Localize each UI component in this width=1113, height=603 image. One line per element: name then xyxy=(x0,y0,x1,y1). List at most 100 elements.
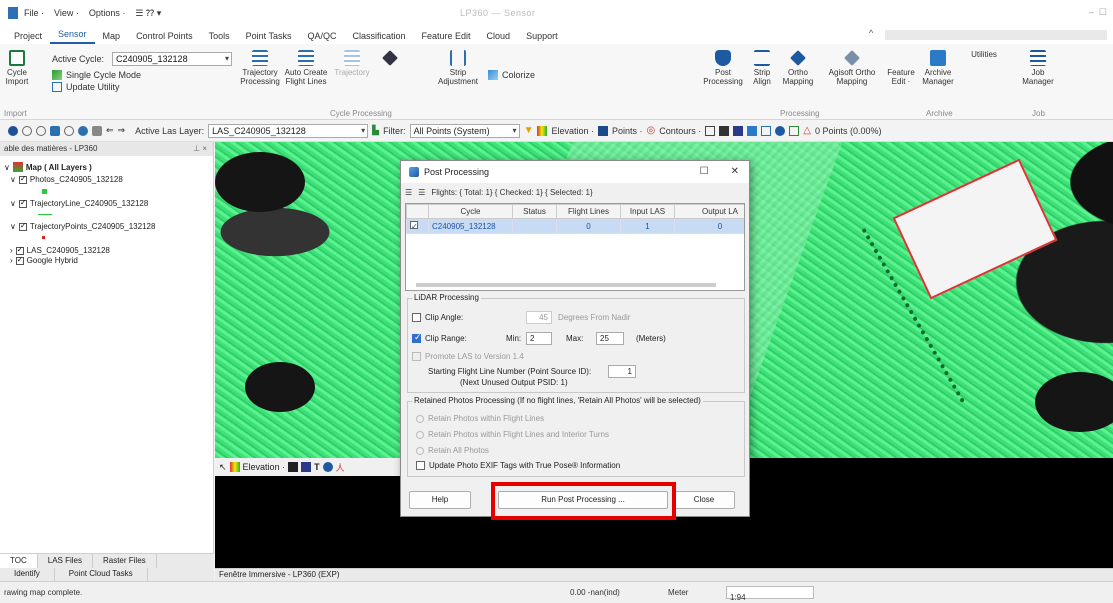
file-menu[interactable]: File · xyxy=(24,8,44,19)
tab-las-files[interactable]: LAS Files xyxy=(38,554,93,568)
pin-icon[interactable]: ⊥ × xyxy=(193,144,207,153)
display-icon[interactable] xyxy=(288,462,299,472)
expand-icon[interactable]: ∨ xyxy=(10,222,16,231)
person-icon[interactable]: 人 xyxy=(336,461,345,474)
text-tool-icon[interactable]: T xyxy=(314,462,320,472)
job-manager-button[interactable]: Job Manager xyxy=(1018,50,1058,86)
column-header-input-las[interactable]: Input LAS xyxy=(620,204,675,219)
toc-item-photos[interactable]: ∨ Photos_C240905_132128 xyxy=(10,174,123,185)
tab-identify[interactable]: Identify xyxy=(0,568,55,581)
agisoft-ortho-mapping-button[interactable]: Agisoft Ortho Mapping xyxy=(820,50,884,86)
expand-icon[interactable]: ∨ xyxy=(4,163,10,172)
close-icon[interactable]: ✕ xyxy=(731,166,739,177)
trajectory-dim-button[interactable]: Trajectory xyxy=(330,50,374,77)
settings-icon[interactable] xyxy=(322,462,333,472)
column-header-flight-lines[interactable]: Flight Lines xyxy=(556,204,621,219)
strip-align-button[interactable]: Strip Align xyxy=(748,50,776,86)
filter-select[interactable]: All Points (System) ▾ xyxy=(409,123,520,138)
back-arrow-icon[interactable]: ⇐ xyxy=(106,125,114,136)
single-cycle-mode[interactable]: Single Cycle Mode xyxy=(52,70,141,80)
diamond-tool-button[interactable] xyxy=(378,50,402,68)
clip-angle-input[interactable]: 45 xyxy=(526,311,552,324)
tab-classification[interactable]: Classification xyxy=(344,31,413,44)
identify-icon[interactable] xyxy=(8,125,18,136)
pan-icon[interactable] xyxy=(64,125,74,136)
tab-raster-files[interactable]: Raster Files xyxy=(93,554,157,568)
trajectory-processing-button[interactable]: Trajectory Processing xyxy=(236,50,284,86)
column-header-check[interactable] xyxy=(406,204,429,219)
cycle-import-button[interactable]: Cycle Import xyxy=(4,50,30,86)
layer-checkbox[interactable] xyxy=(15,255,24,265)
zoom-in-icon[interactable] xyxy=(22,125,32,136)
clip-range-field[interactable]: Clip Range: xyxy=(412,332,467,343)
tab-map[interactable]: Map xyxy=(95,31,129,44)
options-menu[interactable]: Options · xyxy=(89,8,126,19)
scale-select[interactable]: 1:94 xyxy=(726,586,814,602)
forward-arrow-icon[interactable]: ⇒ xyxy=(118,125,126,136)
tab-tools[interactable]: Tools xyxy=(201,31,238,44)
quick-access-icon[interactable]: ☰ ⁇ ▾ xyxy=(135,8,161,19)
grid-tool-icon[interactable] xyxy=(705,125,716,136)
points-dropdown[interactable]: Points · xyxy=(612,126,643,136)
tab-feature-edit[interactable]: Feature Edit xyxy=(414,31,479,44)
tab-control-points[interactable]: Control Points xyxy=(128,31,201,44)
starting-flight-line-input[interactable]: 1 xyxy=(608,365,636,378)
update-exif-field[interactable]: Update Photo EXIF Tags with True Pose® I… xyxy=(416,461,620,470)
tab-point-tasks[interactable]: Point Tasks xyxy=(238,31,300,44)
strip-adjustment-button[interactable]: Strip Adjustment xyxy=(436,50,480,86)
profile-tool-icon[interactable] xyxy=(719,125,730,136)
clip-range-checkbox[interactable] xyxy=(412,332,422,343)
expand-icon[interactable]: › xyxy=(10,256,13,265)
column-header-cycle[interactable]: Cycle xyxy=(428,204,513,219)
layer-checkbox[interactable] xyxy=(18,198,27,208)
active-las-select[interactable]: LAS_C240905_132128 ▾ xyxy=(208,123,369,138)
retain-all-option[interactable]: Retain All Photos xyxy=(416,446,489,455)
contours-dropdown[interactable]: Contours · xyxy=(659,126,701,136)
3d-icon[interactable] xyxy=(301,462,312,472)
globe-icon[interactable] xyxy=(78,125,88,136)
ortho-mapping-button[interactable]: Ortho Mapping xyxy=(778,50,818,86)
horizontal-scrollbar[interactable] xyxy=(416,283,716,287)
settings-icon[interactable] xyxy=(775,125,786,136)
tab-support[interactable]: Support xyxy=(518,31,566,44)
toc-item-las[interactable]: › LAS_C240905_132128 xyxy=(10,245,110,256)
retain-within-turns-option[interactable]: Retain Photos within Flight Lines and In… xyxy=(416,430,609,439)
clip-angle-checkbox[interactable] xyxy=(412,313,421,322)
ribbon-search-input[interactable] xyxy=(885,30,1107,40)
immersive-tab[interactable]: Fenêtre Immersive - LP360 (EXP) xyxy=(215,568,1113,581)
tab-sensor[interactable]: Sensor xyxy=(50,29,95,44)
list-view-icon[interactable]: ☰ xyxy=(405,188,412,197)
utilities-button[interactable]: Utilities xyxy=(966,50,1002,59)
toc-item-trajectory-line[interactable]: ∨ TrajectoryLine_C240905_132128 xyxy=(10,198,148,209)
layer-checkbox[interactable] xyxy=(15,245,24,255)
row-checkbox[interactable]: ✓ xyxy=(406,218,429,234)
toc-item-trajectory-points[interactable]: ∨ TrajectoryPoints_C240905_132128 xyxy=(10,221,155,232)
radio-retain-within-turns[interactable] xyxy=(416,430,424,439)
promote-las-checkbox[interactable] xyxy=(412,352,421,361)
select-icon[interactable] xyxy=(789,125,800,136)
min-input[interactable]: 2 xyxy=(526,332,552,345)
tab-toc[interactable]: TOC xyxy=(0,554,38,568)
image-tool-icon[interactable] xyxy=(747,125,758,136)
row-check[interactable]: ✓ xyxy=(410,221,418,231)
radio-retain-within[interactable] xyxy=(416,414,424,423)
maximize-icon[interactable]: ☐ xyxy=(700,166,709,177)
zoom-out-icon[interactable] xyxy=(36,125,46,136)
flights-grid[interactable]: Cycle Status Flight Lines Input LAS Outp… xyxy=(405,203,745,291)
auto-create-flight-lines-button[interactable]: Auto Create Flight Lines xyxy=(284,50,328,86)
expand-icon[interactable]: ∨ xyxy=(10,175,16,184)
close-button[interactable]: Close xyxy=(673,491,735,509)
tab-project[interactable]: Project xyxy=(6,31,50,44)
update-utility[interactable]: Update Utility xyxy=(52,82,120,92)
max-input[interactable]: 25 xyxy=(596,332,624,345)
column-header-status[interactable]: Status xyxy=(512,204,557,219)
immersive-elevation-dropdown[interactable]: Elevation · xyxy=(243,462,286,472)
tab-qaqc[interactable]: QA/QC xyxy=(299,31,344,44)
table-row[interactable]: ✓ C240905_132128 0 1 0 xyxy=(406,218,744,234)
details-view-icon[interactable]: ☰ xyxy=(418,188,425,197)
retain-within-option[interactable]: Retain Photos within Flight Lines xyxy=(416,414,544,423)
toc-item-google-hybrid[interactable]: › Google Hybrid xyxy=(10,255,78,266)
zoom-extent-icon[interactable] xyxy=(50,125,60,136)
post-processing-button[interactable]: Post Processing xyxy=(700,50,746,86)
collapse-ribbon-icon[interactable]: ^ xyxy=(869,28,873,38)
